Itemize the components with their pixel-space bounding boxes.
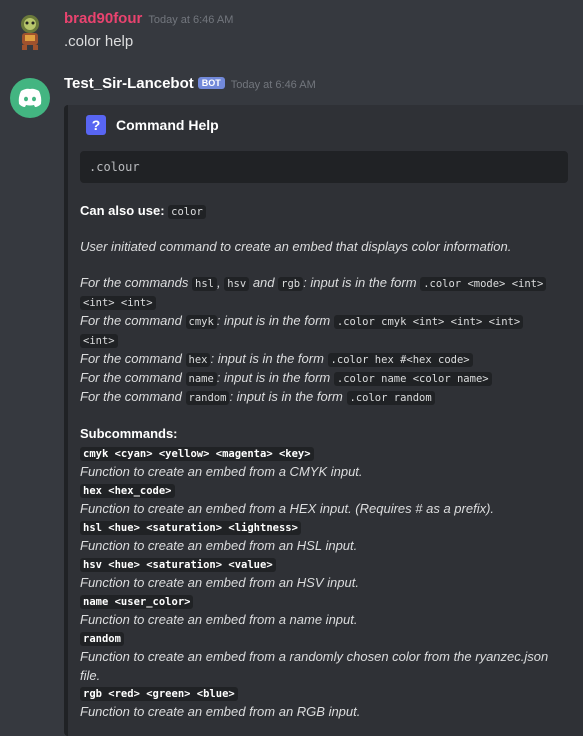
subcommand-sig: hsv <hue> <saturation> <value> <box>80 555 276 574</box>
message-text: .color help <box>64 33 134 50</box>
discord-logo-icon <box>18 88 42 107</box>
usage-random: For the command random: input is in the … <box>80 388 435 407</box>
description: User initiated command to create an embe… <box>80 239 512 254</box>
timestamp: Today at 6:46 AM <box>230 79 316 91</box>
subcommand-sig: hsl <hue> <saturation> <lightness> <box>80 518 301 537</box>
subcommand-sig: cmyk <cyan> <yellow> <magenta> <key> <box>80 444 314 463</box>
subcommand-sig: hex <hex_code> <box>80 481 175 500</box>
subcommand-desc: Function to create an embed from a HEX i… <box>80 501 495 516</box>
author-label[interactable]: brad90four <box>64 10 142 27</box>
command-codeblock: .colour <box>80 151 568 183</box>
subcommand-desc: Function to create an embed from a name … <box>80 612 358 627</box>
usage-hex: For the command hex: input is in the for… <box>80 350 473 369</box>
bot-name[interactable]: Test_Sir-Lancebot <box>64 75 194 92</box>
embed-title-text: Command Help <box>116 117 219 133</box>
subcommand-sig: name <user_color> <box>80 592 194 611</box>
also-use-label: Can also use: <box>80 203 165 218</box>
subcommand-desc: Function to create an embed from an HSL … <box>80 538 358 553</box>
bot-badge: BOT <box>197 77 225 89</box>
subcommand-desc: Function to create an embed from an HSV … <box>80 575 359 590</box>
subcommand-desc-cont: file. <box>80 668 101 683</box>
usage-cmyk: For the command cmyk: input is in the fo… <box>80 312 524 331</box>
subcommand-sig: random <box>80 629 124 648</box>
kerbal-avatar-icon <box>21 15 39 50</box>
help-embed: ? Command Help .colour Can also use: col… <box>64 105 583 736</box>
usage-name: For the command name: input is in the fo… <box>80 369 492 388</box>
usage-cmyk-b: <int> <box>80 331 118 350</box>
user-avatar[interactable] <box>10 12 50 52</box>
subcommands-heading: Subcommands: <box>80 426 178 441</box>
alias-code: color <box>168 205 206 219</box>
subcommand-sig: rgb <red> <green> <blue> <box>80 684 238 703</box>
bot-avatar[interactable] <box>10 78 50 118</box>
author-name[interactable]: brad90four Today at 6:46 AM <box>64 10 233 27</box>
usage-line-1: For the commands hsl, hsv and rgb: input… <box>80 274 547 293</box>
usage-line-1b: <int> <int> <box>80 293 156 312</box>
also-use-line: Can also use: color <box>80 202 206 221</box>
bot-author[interactable]: Test_Sir-Lancebot BOT Today at 6:46 AM <box>64 75 316 92</box>
embed-title: ? Command Help <box>86 115 219 135</box>
timestamp: Today at 6:46 AM <box>148 14 234 26</box>
subcommand-desc: Function to create an embed from a CMYK … <box>80 464 363 479</box>
question-icon: ? <box>86 115 106 135</box>
subcommand-desc: Function to create an embed from a rando… <box>80 649 549 664</box>
subcommand-desc: Function to create an embed from an RGB … <box>80 704 361 719</box>
